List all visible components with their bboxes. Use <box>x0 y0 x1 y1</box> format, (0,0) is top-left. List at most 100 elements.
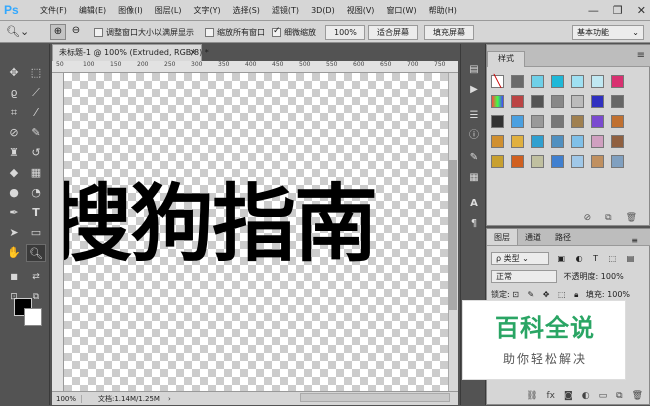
paragraph-panel-icon[interactable]: ¶ <box>465 216 483 232</box>
style-swatch[interactable] <box>531 115 544 128</box>
menu-help[interactable]: 帮助(H) <box>423 0 463 21</box>
path-select-tool-icon[interactable]: ➤ <box>4 224 24 242</box>
zoom-all-option[interactable]: 缩放所有窗口 <box>205 27 265 38</box>
style-swatch[interactable] <box>551 75 564 88</box>
clone-stamp-tool-icon[interactable]: ♜ <box>4 144 24 162</box>
quick-select-tool-icon[interactable]: ⟋ <box>26 84 46 102</box>
zoom-out-icon[interactable]: ⊖ <box>68 24 84 40</box>
gradient-tool-icon[interactable]: ▦ <box>26 164 46 182</box>
tab-paths[interactable]: 路径 <box>548 229 578 245</box>
style-swatch[interactable] <box>591 95 604 108</box>
style-swatch[interactable] <box>551 95 564 108</box>
info-panel-icon[interactable]: ⓘ <box>465 128 483 144</box>
zoom-tool-preset-icon[interactable]: 🔍︎⌄ <box>6 25 42 40</box>
style-swatch[interactable] <box>511 115 524 128</box>
menu-file[interactable]: 文件(F) <box>34 0 73 21</box>
style-swatch[interactable] <box>491 115 504 128</box>
style-swatch[interactable] <box>511 75 524 88</box>
style-swatch[interactable] <box>571 115 584 128</box>
layer-mask-icon[interactable]: ◙ <box>564 391 573 401</box>
zoom-in-icon[interactable]: ⊕ <box>50 24 66 40</box>
restore-button[interactable]: ❐ <box>613 3 623 18</box>
close-button[interactable]: ✕ <box>637 3 646 18</box>
status-zoom[interactable]: 100% <box>52 394 82 403</box>
layer-filter-select[interactable]: ρ 类型 ⌄ <box>491 252 549 265</box>
swap-colors-icon[interactable]: ⇄ <box>26 268 46 286</box>
vertical-scroll-thumb[interactable] <box>449 160 457 310</box>
delete-style-icon[interactable]: 🗑︎ <box>626 213 637 223</box>
document-canvas[interactable]: 搜狗指南 <box>64 73 448 391</box>
style-swatch[interactable] <box>611 75 624 88</box>
fill-screen-button[interactable]: 填充屏幕 <box>424 25 474 40</box>
brush-panel-icon[interactable]: ✎ <box>465 150 483 166</box>
scrubby-zoom-checkbox[interactable] <box>272 26 281 37</box>
screen-mode-icon[interactable]: ⧉ <box>26 288 46 306</box>
menu-type[interactable]: 文字(Y) <box>187 0 226 21</box>
style-swatch[interactable] <box>511 155 524 168</box>
menu-layer[interactable]: 图层(L) <box>149 0 188 21</box>
marquee-tool-icon[interactable]: ⬚ <box>26 64 46 82</box>
resize-window-option[interactable]: 调整窗口大小以满屏显示 <box>94 27 194 38</box>
quick-mask-icon[interactable]: ⊡ <box>4 288 24 306</box>
hand-tool-icon[interactable]: ✋ <box>4 244 24 262</box>
style-swatch[interactable] <box>511 135 524 148</box>
minimize-button[interactable]: — <box>588 3 599 18</box>
style-swatch[interactable] <box>591 115 604 128</box>
menu-3d[interactable]: 3D(D) <box>305 0 341 21</box>
style-swatch[interactable] <box>551 115 564 128</box>
style-swatch[interactable] <box>611 95 624 108</box>
clear-style-icon[interactable]: ⊘ <box>584 213 592 223</box>
style-swatch[interactable] <box>531 75 544 88</box>
fit-screen-button[interactable]: 适合屏幕 <box>368 25 418 40</box>
menu-image[interactable]: 图像(I) <box>112 0 149 21</box>
style-swatch[interactable] <box>591 135 604 148</box>
properties-panel-icon[interactable]: ☰ <box>465 108 483 124</box>
clone-source-panel-icon[interactable]: ▦ <box>465 170 483 186</box>
style-swatch[interactable] <box>571 135 584 148</box>
panel-menu-icon[interactable]: ≡ <box>624 232 645 249</box>
menu-filter[interactable]: 滤镜(T) <box>266 0 305 21</box>
history-panel-icon[interactable]: ▤ <box>465 62 483 78</box>
character-panel-icon[interactable]: A <box>465 196 483 212</box>
style-swatch[interactable] <box>511 95 524 108</box>
dodge-tool-icon[interactable]: ◔ <box>26 184 46 202</box>
type-tool-icon[interactable]: T <box>26 204 46 222</box>
style-swatch[interactable] <box>531 155 544 168</box>
menu-view[interactable]: 视图(V) <box>341 0 381 21</box>
history-brush-tool-icon[interactable]: ↺ <box>26 144 46 162</box>
crop-tool-icon[interactable]: ⌗ <box>4 104 24 122</box>
style-swatch[interactable] <box>611 135 624 148</box>
filter-icons[interactable]: ▣ ◐ T ⬚ ▤ <box>558 254 639 263</box>
style-swatch[interactable] <box>551 135 564 148</box>
fill-value[interactable]: 100% <box>607 290 630 299</box>
group-icon[interactable]: ▭ <box>599 391 608 401</box>
zoom-tool-icon[interactable]: 🔍︎ <box>26 244 46 262</box>
style-swatch[interactable] <box>591 155 604 168</box>
zoom-100-button[interactable]: 100% <box>325 25 365 40</box>
horizontal-scrollbar[interactable] <box>300 393 450 402</box>
link-layers-icon[interactable]: ⛓ <box>526 391 537 401</box>
style-swatch[interactable] <box>551 155 564 168</box>
style-swatch[interactable] <box>531 95 544 108</box>
new-style-icon[interactable]: ⧉ <box>605 213 611 223</box>
opacity-value[interactable]: 100% <box>601 272 624 281</box>
style-swatch[interactable] <box>531 135 544 148</box>
style-swatch[interactable] <box>571 95 584 108</box>
delete-layer-icon[interactable]: 🗑︎ <box>632 391 643 401</box>
tab-channels[interactable]: 通道 <box>518 229 548 245</box>
default-colors-icon[interactable]: ■ <box>4 268 24 286</box>
style-swatch[interactable] <box>491 95 504 108</box>
workspace-select[interactable]: 基本功能 ⌄ <box>572 25 644 40</box>
blend-mode-select[interactable]: 正常 <box>491 270 557 283</box>
eyedropper-tool-icon[interactable]: ⁄ <box>26 104 46 122</box>
move-tool-icon[interactable]: ✥ <box>4 64 24 82</box>
tab-layers[interactable]: 图层 <box>487 229 518 245</box>
rectangle-tool-icon[interactable]: ▭ <box>26 224 46 242</box>
menu-select[interactable]: 选择(S) <box>227 0 266 21</box>
style-swatch[interactable] <box>491 155 504 168</box>
status-arrow-icon[interactable]: › <box>160 395 171 403</box>
panel-menu-icon[interactable]: ≡ <box>637 50 645 61</box>
menu-edit[interactable]: 编辑(E) <box>73 0 112 21</box>
lasso-tool-icon[interactable]: ϱ <box>4 84 24 102</box>
lock-icons[interactable]: ⊡ ✎ ✥ ⬚ 🔒︎ <box>512 290 581 299</box>
